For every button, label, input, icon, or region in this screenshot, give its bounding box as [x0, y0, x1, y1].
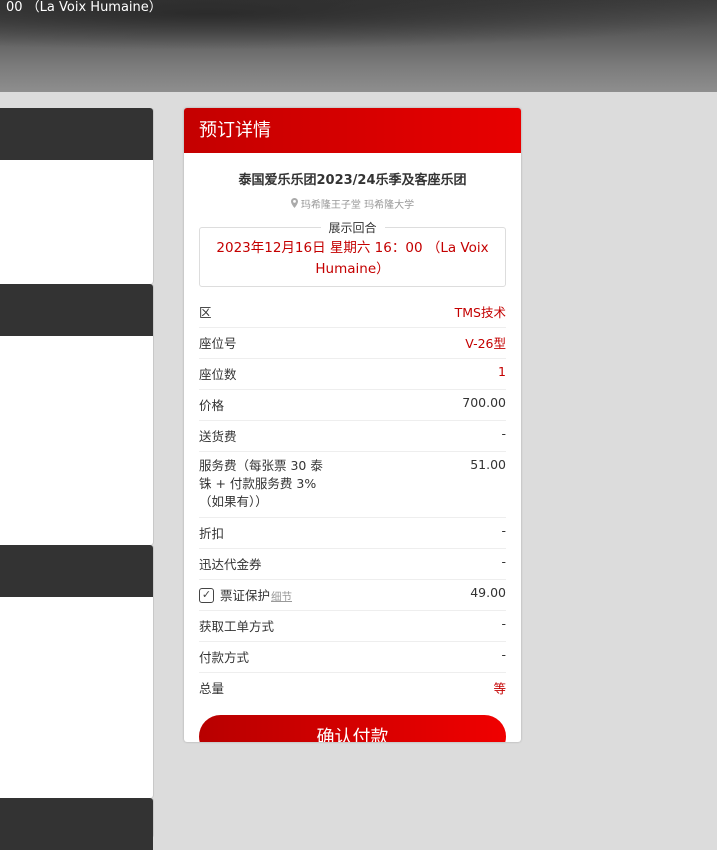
row-label: 价格 [199, 398, 225, 413]
row-label: 折扣 [199, 526, 225, 541]
row-value: - [501, 616, 506, 631]
row-zone: 区 TMS技术 [199, 297, 506, 328]
row-ticket-protection: ✓ 票证保护细节 49.00 [199, 580, 506, 611]
row-label: 座位号 [199, 336, 237, 351]
row-label: 付款方式 [199, 650, 250, 665]
event-title: 泰国爱乐乐团2023/24乐季及客座乐团 [238, 173, 467, 188]
checkmark-icon: ✓ [201, 588, 212, 601]
row-label: 票证保护 [220, 588, 271, 603]
row-value: - [501, 523, 506, 538]
row-seat-count: 座位数 1 [199, 359, 506, 390]
row-label: 送货费 [199, 429, 237, 444]
row-value: 49.00 [470, 585, 506, 600]
top-banner: 00 （La Voix Humaine） [0, 0, 717, 92]
show-round-label: 展示回合 [320, 219, 385, 236]
row-value: 51.00 [470, 457, 506, 472]
map-pin-icon [290, 198, 298, 211]
row-seat-number: 座位号 V-26型 [199, 328, 506, 359]
booking-details-card: 预订详情 泰国爱乐乐团2023/24乐季及客座乐团 玛希隆王子堂 玛希隆大学 展… [184, 108, 521, 742]
left-column [0, 108, 153, 850]
confirm-payment-button[interactable]: 确认付款 [199, 715, 506, 742]
details-link[interactable]: 细节 [271, 591, 292, 603]
row-value: V-26型 [465, 336, 506, 351]
row-value: 700.00 [462, 395, 506, 410]
row-value: 1 [498, 364, 506, 379]
row-value: - [501, 647, 506, 662]
left-section-header [0, 798, 153, 850]
row-label: 区 [199, 305, 212, 320]
price-breakdown: 区 TMS技术 座位号 V-26型 座位数 1 价格 700.00 送货费 - … [199, 297, 506, 703]
show-round-value: 2023年12月16日 星期六 16：00 （La Voix Humaine） [216, 240, 489, 277]
row-payment-method: 付款方式 - [199, 642, 506, 673]
row-discount: 折扣 - [199, 518, 506, 549]
row-label: 获取工单方式 [199, 619, 275, 634]
left-section [0, 108, 153, 284]
row-price: 价格 700.00 [199, 390, 506, 421]
left-section-header [0, 284, 153, 336]
venue-text: 玛希隆王子堂 玛希隆大学 [300, 200, 415, 211]
row-value: 等 [493, 681, 506, 696]
ticket-protection-checkbox[interactable]: ✓ [199, 588, 214, 603]
show-round-box: 展示回合 2023年12月16日 星期六 16：00 （La Voix Huma… [199, 219, 506, 287]
row-value: - [501, 426, 506, 441]
row-total: 总量 等 [199, 673, 506, 703]
left-section [0, 545, 153, 798]
left-section-header [0, 545, 153, 597]
venue: 玛希隆王子堂 玛希隆大学 [184, 196, 521, 211]
left-section [0, 284, 153, 545]
row-label: 迅达代金券 [199, 557, 262, 572]
row-value: - [501, 554, 506, 569]
banner-text: 00 （La Voix Humaine） [6, 0, 162, 15]
row-value: TMS技术 [454, 305, 506, 320]
row-label: 总量 [199, 681, 225, 696]
row-label: 座位数 [199, 367, 237, 382]
row-delivery-fee: 送货费 - [199, 421, 506, 452]
row-service-fee: 服务费（每张票 30 泰铢 + 付款服务费 3%（如果有）） 51.00 [199, 452, 506, 518]
left-section [0, 798, 153, 850]
left-section-header [0, 108, 153, 160]
row-label: 服务费（每张票 30 泰铢 + 付款服务费 3%（如果有）） [199, 458, 323, 509]
row-voucher: 迅达代金券 - [199, 549, 506, 580]
row-ticket-pickup-method: 获取工单方式 - [199, 611, 506, 642]
booking-details-header: 预订详情 [184, 108, 521, 153]
